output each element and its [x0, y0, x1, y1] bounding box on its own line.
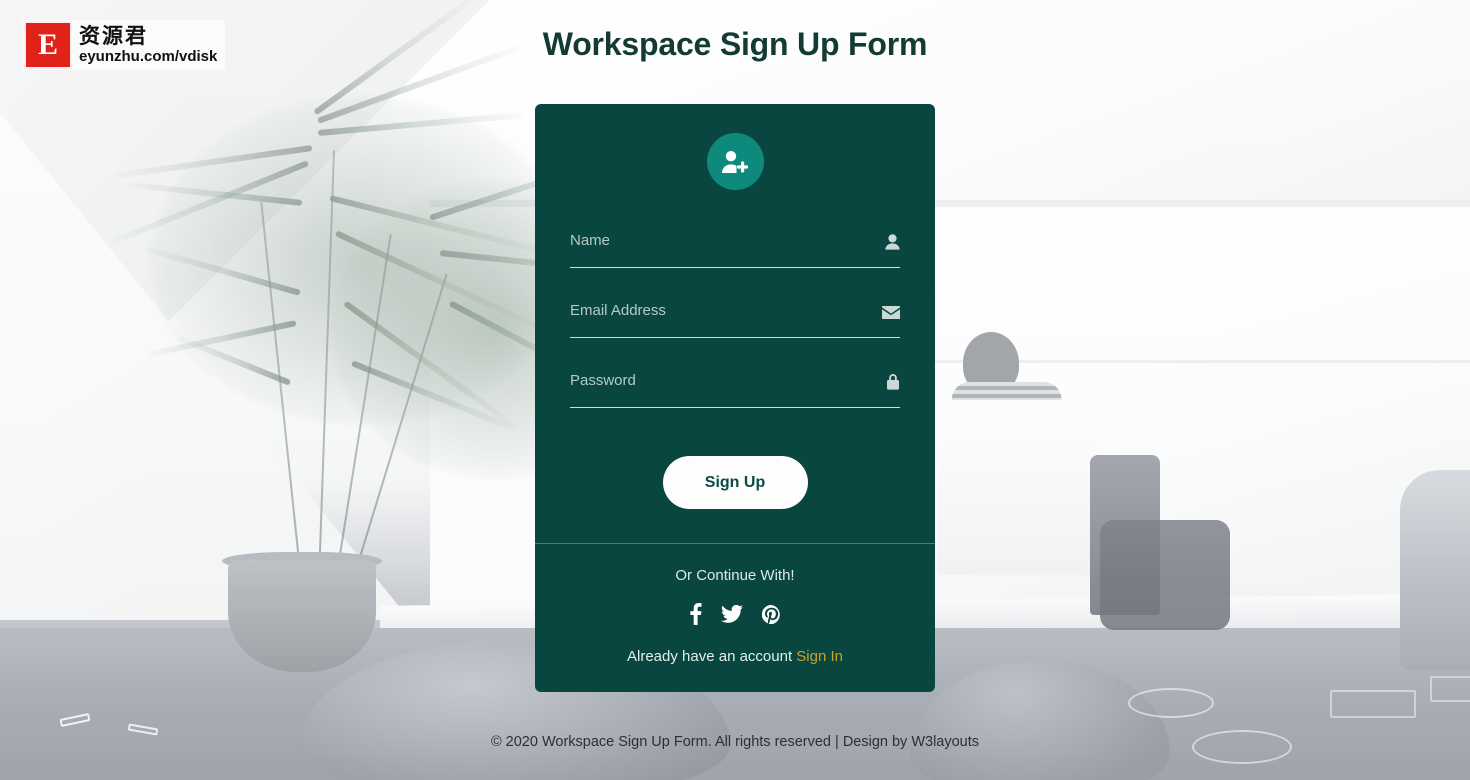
- twitter-icon[interactable]: [721, 604, 743, 623]
- submit-row: Sign Up: [570, 432, 900, 509]
- floor-tile-marking: [1430, 676, 1470, 702]
- card-divider: [535, 543, 935, 544]
- existing-account-line: Already have an account Sign In: [627, 648, 843, 665]
- user-plus-icon: [706, 133, 764, 190]
- email-input[interactable]: [570, 292, 900, 337]
- floor-tile-marking: [1330, 690, 1416, 718]
- existing-account-text: Already have an account: [627, 648, 793, 665]
- footer-copyright: © 2020 Workspace Sign Up Form. All right…: [490, 734, 980, 750]
- armchair-right: [1400, 470, 1470, 670]
- signup-card: Sign Up Or Continue With!: [535, 104, 935, 692]
- watermark-url: eyunzhu.com/vdisk: [79, 48, 218, 65]
- watermark-badge-letter: E: [37, 28, 58, 61]
- password-field-wrapper: [570, 362, 900, 408]
- continue-with-label: Or Continue With!: [675, 567, 795, 584]
- floor-marking: [1128, 688, 1214, 718]
- signin-link[interactable]: Sign In: [796, 648, 843, 665]
- signup-form: Sign Up: [570, 222, 900, 509]
- white-sofa: [938, 400, 1103, 575]
- facebook-icon[interactable]: [689, 603, 702, 625]
- watermark-badge: E: [26, 23, 70, 67]
- name-input[interactable]: [570, 222, 900, 267]
- password-input[interactable]: [570, 362, 900, 407]
- email-field-wrapper: [570, 292, 900, 338]
- plant-pot: [228, 560, 376, 672]
- watermark-text: 资源君 eyunzhu.com/vdisk: [79, 24, 218, 65]
- signup-submit-button[interactable]: Sign Up: [662, 456, 808, 509]
- site-watermark: E 资源君 eyunzhu.com/vdisk: [22, 20, 226, 70]
- name-field-wrapper: [570, 222, 900, 268]
- sofa-shadow: [1100, 520, 1230, 630]
- social-links-row: [689, 603, 781, 625]
- pinterest-icon[interactable]: [761, 604, 781, 624]
- page-background: E 资源君 eyunzhu.com/vdisk Workspace Sign U…: [0, 0, 1470, 780]
- watermark-chinese-label: 资源君: [79, 24, 148, 48]
